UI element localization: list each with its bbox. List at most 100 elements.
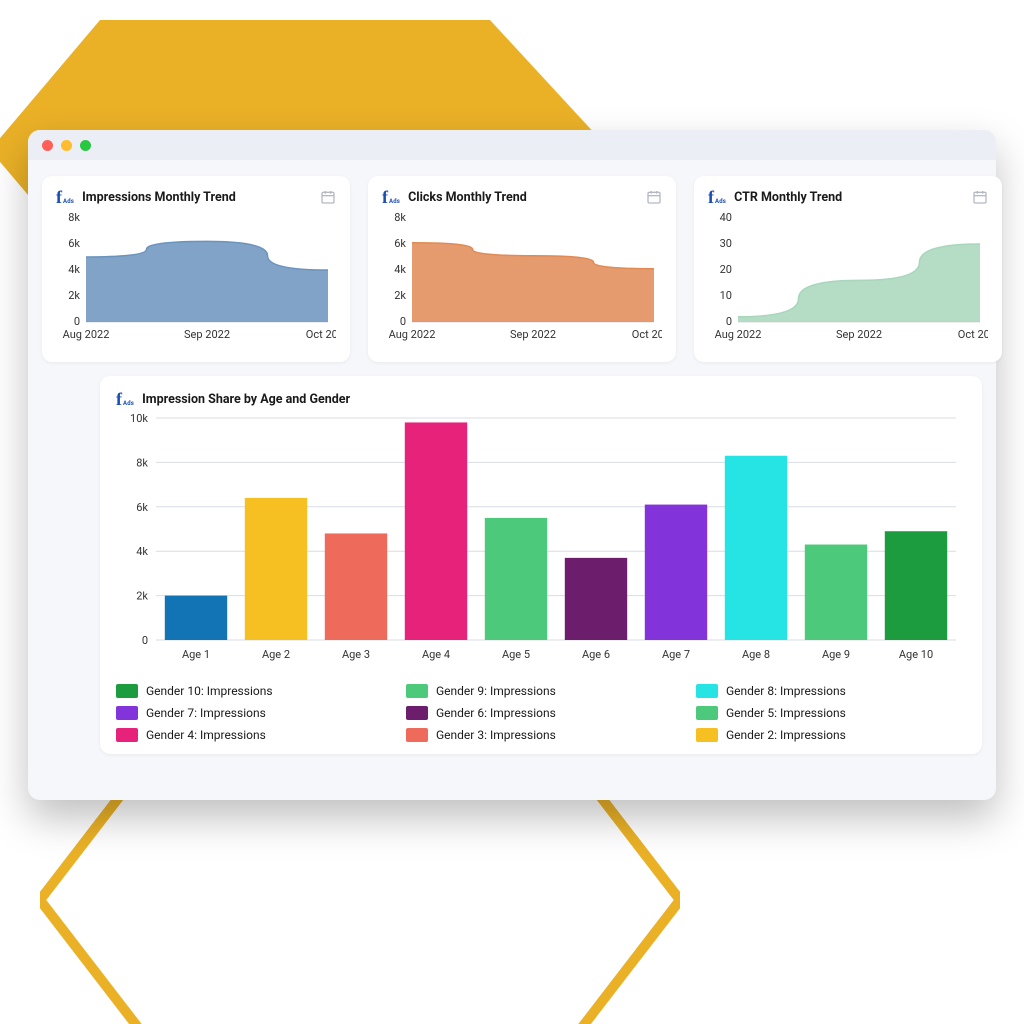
- svg-text:Age 5: Age 5: [502, 648, 530, 661]
- legend-swatch: [406, 706, 428, 720]
- legend-item: Gender 6: Impressions: [406, 706, 676, 720]
- mini-area-chart: 0 10 20 30 40 Aug 2022 Sep 2022 Oct 2022: [708, 212, 988, 352]
- svg-text:Oct 2022: Oct 2022: [632, 328, 662, 341]
- svg-text:2k: 2k: [394, 289, 406, 302]
- decor-hex-bottom: [40, 770, 680, 1024]
- mini-chart-card: fAds Impressions Monthly Trend 0 2k 4k 6k 8k…: [42, 176, 350, 362]
- big-chart-title: Impression Share by Age and Gender: [142, 392, 350, 407]
- legend-label: Gender 4: Impressions: [146, 728, 266, 742]
- svg-text:Aug 2022: Aug 2022: [389, 328, 436, 341]
- mini-chart-card: fAds CTR Monthly Trend 0 10 20 30 40 Aug 2022…: [694, 176, 1002, 362]
- legend-label: Gender 7: Impressions: [146, 706, 266, 720]
- bar: [645, 505, 707, 640]
- calendar-icon[interactable]: [320, 189, 336, 205]
- svg-text:Age 8: Age 8: [742, 648, 770, 661]
- svg-text:2k: 2k: [68, 289, 80, 302]
- bar: [325, 533, 387, 640]
- svg-text:0: 0: [400, 315, 406, 328]
- legend-swatch: [116, 706, 138, 720]
- svg-text:0: 0: [726, 315, 732, 328]
- legend-item: Gender 8: Impressions: [696, 684, 966, 698]
- svg-text:20: 20: [720, 263, 732, 276]
- facebook-ads-icon: fAds: [382, 188, 400, 206]
- svg-text:10: 10: [720, 289, 732, 302]
- legend-swatch: [406, 728, 428, 742]
- bar: [725, 456, 787, 640]
- bar: [405, 422, 467, 640]
- bar: [485, 518, 547, 640]
- svg-text:6k: 6k: [68, 237, 80, 250]
- legend-label: Gender 5: Impressions: [726, 706, 846, 720]
- svg-text:6k: 6k: [394, 237, 406, 250]
- svg-text:4k: 4k: [136, 545, 148, 558]
- svg-text:Aug 2022: Aug 2022: [715, 328, 762, 341]
- facebook-ads-icon: fAds: [116, 390, 134, 408]
- svg-text:Age 3: Age 3: [342, 648, 370, 661]
- svg-text:Age 6: Age 6: [582, 648, 610, 661]
- svg-text:40: 40: [720, 212, 732, 224]
- legend-swatch: [696, 706, 718, 720]
- svg-text:Age 1: Age 1: [182, 648, 210, 661]
- legend-item: Gender 7: Impressions: [116, 706, 386, 720]
- facebook-ads-icon: fAds: [56, 188, 74, 206]
- mini-chart-card: fAds Clicks Monthly Trend 0 2k 4k 6k 8k Aug 2…: [368, 176, 676, 362]
- mini-chart-title: CTR Monthly Trend: [734, 190, 842, 205]
- legend-swatch: [696, 728, 718, 742]
- close-dot-icon[interactable]: [42, 140, 53, 151]
- bar-chart-legend: Gender 10: Impressions Gender 9: Impressi…: [116, 684, 966, 742]
- svg-text:Age 7: Age 7: [662, 648, 690, 661]
- bar: [245, 498, 307, 640]
- svg-text:0: 0: [74, 315, 80, 328]
- bar: [565, 558, 627, 640]
- svg-text:Sep 2022: Sep 2022: [510, 328, 556, 341]
- svg-text:4k: 4k: [68, 263, 80, 276]
- svg-text:10k: 10k: [130, 412, 148, 425]
- svg-text:6k: 6k: [136, 501, 148, 514]
- legend-item: Gender 5: Impressions: [696, 706, 966, 720]
- bar: [165, 596, 227, 640]
- legend-label: Gender 3: Impressions: [436, 728, 556, 742]
- bar: [805, 545, 867, 640]
- svg-text:4k: 4k: [394, 263, 406, 276]
- legend-swatch: [116, 684, 138, 698]
- app-window: fAds Impressions Monthly Trend 0 2k 4k 6k 8k…: [28, 130, 996, 800]
- window-chrome: [28, 130, 996, 160]
- legend-label: Gender 10: Impressions: [146, 684, 273, 698]
- svg-text:Age 9: Age 9: [822, 648, 850, 661]
- bar: [885, 531, 947, 640]
- legend-item: Gender 3: Impressions: [406, 728, 676, 742]
- legend-label: Gender 2: Impressions: [726, 728, 846, 742]
- legend-swatch: [116, 728, 138, 742]
- svg-text:Sep 2022: Sep 2022: [184, 328, 230, 341]
- svg-text:Oct 2022: Oct 2022: [306, 328, 336, 341]
- impression-share-bar-chart: 0 2k 4k 6k 8k 10k Age 1 Age 2 Age 3 Age 4 Age 5 Age…: [116, 408, 966, 672]
- svg-text:8k: 8k: [136, 456, 148, 469]
- svg-text:30: 30: [720, 237, 732, 250]
- mini-area-chart: 0 2k 4k 6k 8k Aug 2022 Sep 2022 Oct 2022: [382, 212, 662, 352]
- svg-text:Aug 2022: Aug 2022: [63, 328, 110, 341]
- legend-item: Gender 2: Impressions: [696, 728, 966, 742]
- svg-text:8k: 8k: [68, 212, 80, 224]
- legend-swatch: [406, 684, 428, 698]
- legend-label: Gender 9: Impressions: [436, 684, 556, 698]
- svg-text:Age 2: Age 2: [262, 648, 290, 661]
- svg-text:2k: 2k: [136, 590, 148, 603]
- svg-text:Oct 2022: Oct 2022: [958, 328, 988, 341]
- legend-item: Gender 9: Impressions: [406, 684, 676, 698]
- legend-label: Gender 6: Impressions: [436, 706, 556, 720]
- mini-area-chart: 0 2k 4k 6k 8k Aug 2022 Sep 2022 Oct 2022: [56, 212, 336, 352]
- legend-item: Gender 4: Impressions: [116, 728, 386, 742]
- svg-text:Age 4: Age 4: [422, 648, 450, 661]
- facebook-ads-icon: fAds: [708, 188, 726, 206]
- minimize-dot-icon[interactable]: [61, 140, 72, 151]
- legend-item: Gender 10: Impressions: [116, 684, 386, 698]
- svg-text:Sep 2022: Sep 2022: [836, 328, 882, 341]
- mini-chart-title: Clicks Monthly Trend: [408, 190, 527, 205]
- mini-chart-title: Impressions Monthly Trend: [82, 190, 236, 205]
- calendar-icon[interactable]: [972, 189, 988, 205]
- maximize-dot-icon[interactable]: [80, 140, 91, 151]
- calendar-icon[interactable]: [646, 189, 662, 205]
- svg-text:0: 0: [142, 634, 148, 647]
- svg-text:Age 10: Age 10: [899, 648, 933, 661]
- svg-text:8k: 8k: [394, 212, 406, 224]
